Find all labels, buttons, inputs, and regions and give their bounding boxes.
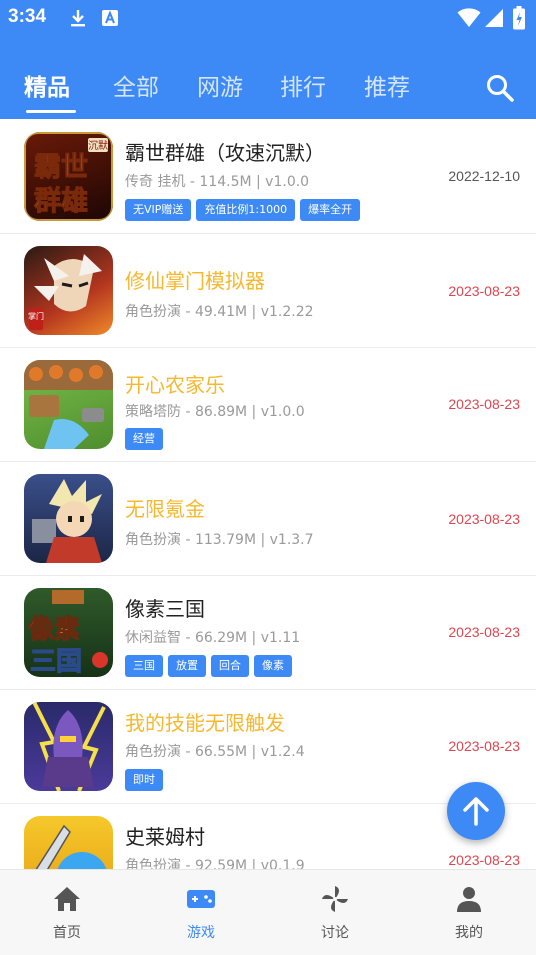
game-row[interactable]: 无限氪金 角色扮演 - 113.79M | v1.3.7 2023-08-23 [0, 461, 536, 576]
game-tag: 无VIP赠送 [125, 199, 192, 221]
game-name: 修仙掌门模拟器 [125, 269, 265, 293]
game-date: 2022-12-10 [448, 168, 520, 184]
game-icon [24, 360, 113, 449]
tag-list: 即时 [125, 769, 168, 791]
scroll-to-top-button[interactable] [447, 782, 505, 840]
game-meta: 角色扮演 - 49.41M | v1.2.22 [125, 304, 314, 320]
tab-featured[interactable]: 精品 [24, 68, 70, 102]
battery-icon [513, 6, 525, 30]
tag-list: 无VIP赠送 充值比例1:1000 爆率全开 [125, 199, 365, 221]
arrow-up-icon [463, 797, 489, 826]
status-time: 3:34 [8, 6, 47, 27]
nav-label: 首页 [53, 925, 81, 941]
game-date: 2023-08-23 [448, 396, 520, 412]
wifi-icon [457, 8, 481, 27]
game-tag: 爆率全开 [300, 199, 361, 221]
nav-label: 我的 [455, 925, 483, 941]
game-meta: 角色扮演 - 113.79M | v1.3.7 [125, 532, 314, 548]
game-meta: 角色扮演 - 66.55M | v1.2.4 [125, 744, 305, 760]
tab-recommended[interactable]: 推荐 [364, 68, 410, 102]
game-meta: 角色扮演 - 92.59M | v0.1.9 [125, 858, 305, 869]
game-icon: 像素 三国 [24, 588, 113, 677]
download-icon [71, 10, 85, 27]
game-name: 像素三国 [125, 597, 205, 621]
gamepad-icon [187, 890, 215, 908]
icon-text-line2: 群雄 [34, 186, 88, 217]
game-tag: 像素 [254, 655, 292, 677]
game-name: 开心农家乐 [125, 373, 225, 397]
nav-profile[interactable]: 我的 [402, 870, 536, 955]
icon-badge-text: 掌门 [28, 311, 44, 321]
active-tab-indicator [26, 110, 76, 113]
nav-label: 游戏 [187, 925, 215, 941]
game-tag: 经营 [125, 428, 163, 450]
pinwheel-icon [322, 886, 348, 912]
game-row[interactable]: 开心农家乐 策略塔防 - 86.89M | v1.0.0 2023-08-23 … [0, 347, 536, 462]
status-bar: 3:34 [0, 0, 536, 36]
game-icon: 掌门 [24, 246, 113, 335]
game-icon [24, 474, 113, 563]
game-name: 我的技能无限触发 [125, 711, 285, 735]
icon-badge-text: 沉默 [88, 139, 108, 152]
person-icon [457, 887, 481, 912]
game-meta: 传奇 挂机 - 114.5M | v1.0.0 [125, 174, 310, 190]
game-date: 2023-08-23 [448, 624, 520, 640]
game-name: 霸世群雄（攻速沉默） [125, 141, 325, 165]
game-tag: 放置 [168, 655, 206, 677]
game-icon: 沉默 霸世 群雄 [24, 132, 113, 221]
game-date: 2023-08-23 [448, 283, 520, 299]
game-name: 无限氪金 [125, 497, 205, 521]
keyboard-a-icon [102, 10, 118, 26]
game-row[interactable]: 沉默 霸世 群雄 霸世群雄（攻速沉默） 传奇 挂机 - 114.5M | v1.… [0, 119, 536, 234]
game-icon [24, 702, 113, 791]
nav-games[interactable]: 游戏 [134, 870, 268, 955]
game-tag: 三国 [125, 655, 163, 677]
signal-icon [485, 9, 503, 27]
search-icon[interactable] [484, 72, 516, 104]
game-name: 史莱姆村 [125, 825, 205, 849]
top-tab-bar: 精品 全部 网游 排行 推荐 [0, 36, 536, 119]
game-row[interactable]: 掌门 修仙掌门模拟器 角色扮演 - 49.41M | v1.2.22 2023-… [0, 233, 536, 348]
game-meta: 休闲益智 - 66.29M | v1.11 [125, 630, 301, 646]
tab-online-games[interactable]: 网游 [197, 68, 243, 102]
nav-home[interactable]: 首页 [0, 870, 134, 955]
tab-all[interactable]: 全部 [113, 68, 159, 102]
game-meta: 策略塔防 - 86.89M | v1.0.0 [125, 404, 305, 420]
game-date: 2023-08-23 [448, 738, 520, 754]
icon-text-line1: 像素 [28, 615, 80, 645]
game-tag: 充值比例1:1000 [196, 199, 296, 221]
game-date: 2023-08-23 [448, 511, 520, 527]
icon-text-line2: 三国 [30, 647, 82, 677]
nav-label: 讨论 [321, 925, 349, 941]
game-tag: 回合 [211, 655, 249, 677]
bottom-nav: 首页 游戏 讨论 我的 [0, 869, 536, 955]
game-list: 沉默 霸世 群雄 霸世群雄（攻速沉默） 传奇 挂机 - 114.5M | v1.… [0, 119, 536, 869]
game-row[interactable]: 像素 三国 像素三国 休闲益智 - 66.29M | v1.11 2023-08… [0, 575, 536, 690]
tab-ranking[interactable]: 排行 [280, 68, 326, 102]
tag-list: 经营 [125, 428, 168, 450]
game-icon [24, 816, 113, 869]
game-tag: 即时 [125, 769, 163, 791]
icon-text-line1: 霸世 [34, 152, 88, 183]
tag-list: 三国 放置 回合 像素 [125, 655, 297, 677]
game-date: 2023-08-23 [448, 852, 520, 868]
home-icon [54, 887, 80, 911]
nav-discussion[interactable]: 讨论 [268, 870, 402, 955]
